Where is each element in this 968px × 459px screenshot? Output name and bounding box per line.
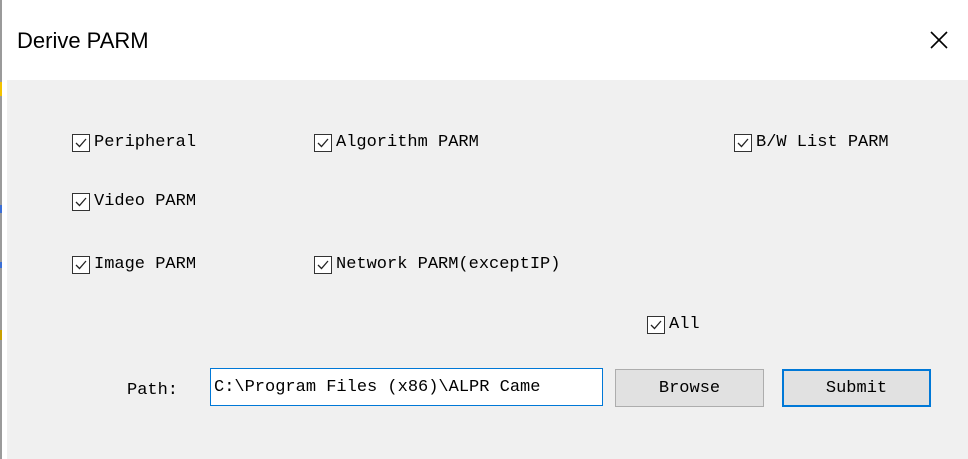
window-left-edge xyxy=(0,0,7,459)
dialog-body: Peripheral Algorithm PARM B/W List PARM … xyxy=(7,80,968,459)
algorithm-parm-label: Algorithm PARM xyxy=(336,133,479,152)
bw-list-parm-checkbox[interactable]: B/W List PARM xyxy=(734,133,889,153)
checkmark-icon xyxy=(75,138,87,148)
video-parm-checkbox[interactable]: Video PARM xyxy=(72,192,196,212)
checkbox-box xyxy=(734,134,752,152)
checkmark-icon xyxy=(737,138,749,148)
image-parm-label: Image PARM xyxy=(94,255,197,274)
dialog-title: Derive PARM xyxy=(17,28,149,53)
checkbox-box xyxy=(72,256,90,274)
checkbox-box xyxy=(647,316,665,334)
all-label: All xyxy=(669,315,700,334)
network-parm-label: Network PARM(exceptIP) xyxy=(336,255,561,274)
close-icon xyxy=(930,31,948,49)
network-parm-checkbox[interactable]: Network PARM(exceptIP) xyxy=(314,255,560,275)
title-bar: Derive PARM xyxy=(7,0,968,80)
checkmark-icon xyxy=(650,320,662,330)
algorithm-parm-checkbox[interactable]: Algorithm PARM xyxy=(314,133,479,153)
all-checkbox[interactable]: All xyxy=(647,315,700,335)
image-parm-checkbox[interactable]: Image PARM xyxy=(72,255,196,275)
checkmark-icon xyxy=(317,138,329,148)
path-label: Path: xyxy=(127,381,179,400)
checkmark-icon xyxy=(317,260,329,270)
derive-parm-dialog: Derive PARM Peripheral Algorithm PARM B/… xyxy=(0,0,968,459)
browse-button[interactable]: Browse xyxy=(615,369,764,407)
peripheral-label: Peripheral xyxy=(94,133,197,152)
checkbox-box xyxy=(72,193,90,211)
path-input[interactable] xyxy=(210,368,603,406)
checkmark-icon xyxy=(75,260,87,270)
checkbox-box xyxy=(314,256,332,274)
video-parm-label: Video PARM xyxy=(94,192,197,211)
checkbox-box xyxy=(314,134,332,152)
submit-button[interactable]: Submit xyxy=(782,369,931,407)
checkmark-icon xyxy=(75,197,87,207)
peripheral-checkbox[interactable]: Peripheral xyxy=(72,133,196,153)
checkbox-box xyxy=(72,134,90,152)
bw-list-parm-label: B/W List PARM xyxy=(756,133,889,152)
close-button[interactable] xyxy=(910,8,968,72)
